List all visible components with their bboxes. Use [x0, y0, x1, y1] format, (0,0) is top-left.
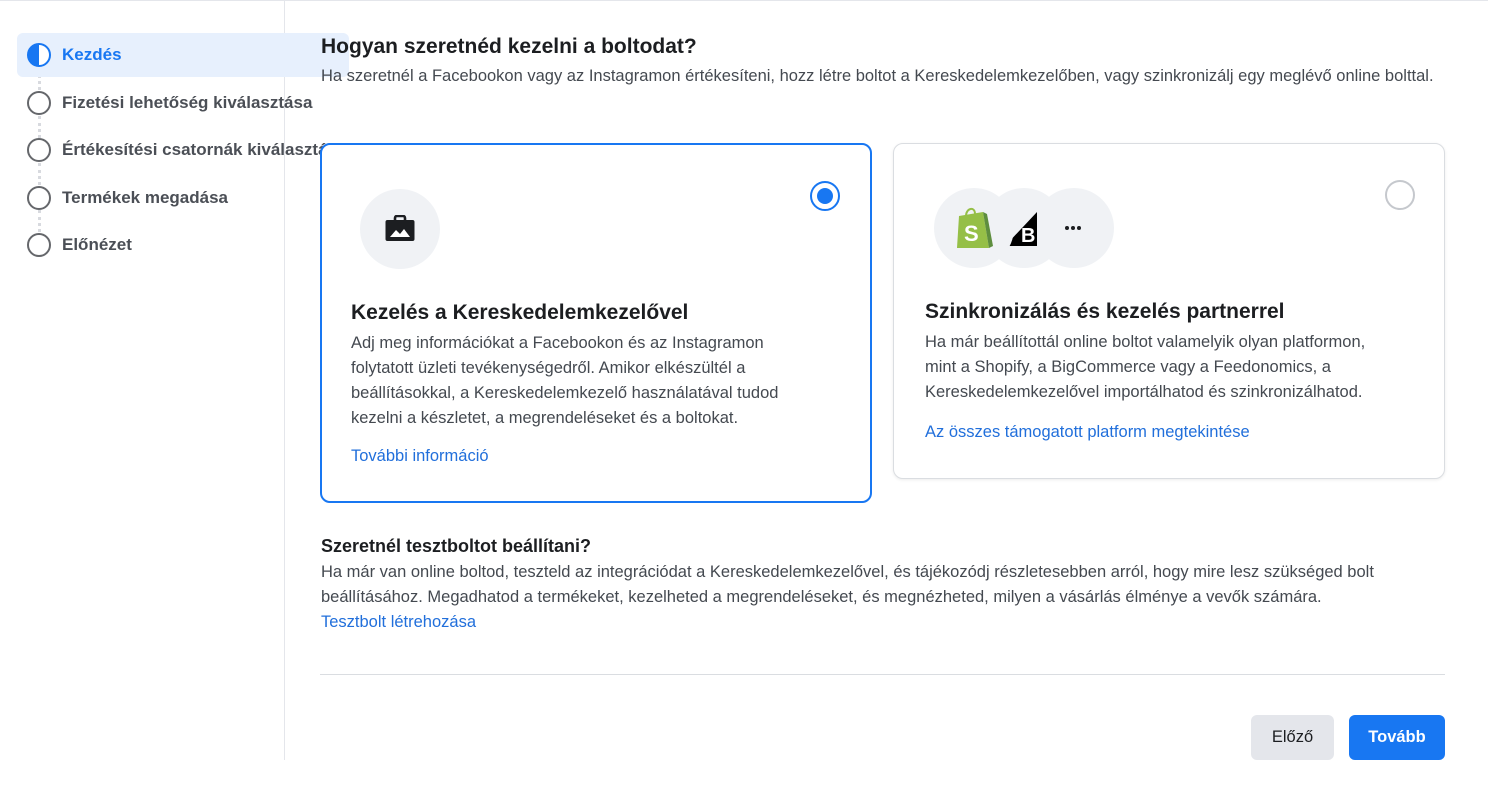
- option-description: Adj meg információkat a Facebookon és az…: [351, 334, 779, 427]
- setup-stepper: Kezdés Fizetési lehetőség kiválasztása É…: [0, 0, 349, 760]
- supported-platforms-link[interactable]: Az összes támogatott platform megtekinté…: [925, 423, 1250, 442]
- page-intro: Ha szeretnél a Facebookon vagy az Instag…: [321, 67, 1434, 85]
- more-info-link[interactable]: További információ: [351, 447, 489, 466]
- step-label: Értékesítési csatornák kiválasztása: [62, 140, 347, 159]
- step-pending-icon: [27, 138, 51, 162]
- next-button[interactable]: Tovább: [1349, 715, 1445, 760]
- shopify-icon: S: [934, 188, 1014, 268]
- svg-text:S: S: [964, 221, 979, 246]
- option-card-partner-sync[interactable]: B S Szinkronizálás és kezelés partnerrel…: [893, 143, 1445, 479]
- step-label: Előnézet: [62, 235, 132, 254]
- option-title: Kezelés a Kereskedelemkezelővel: [351, 301, 689, 324]
- step-in-progress-icon: [27, 43, 51, 67]
- step-label: Fizetési lehetőség kiválasztása: [62, 93, 313, 112]
- step-pending-icon: [27, 91, 51, 115]
- step-pending-icon: [27, 186, 51, 210]
- step-pending-icon: [27, 233, 51, 257]
- page-title: Hogyan szeretnéd kezelni a boltodat?: [321, 35, 697, 58]
- step-payment[interactable]: Fizetési lehetőség kiválasztása: [17, 81, 312, 125]
- test-shop-description: Ha már van online boltod, teszteld az in…: [321, 563, 1374, 606]
- step-preview[interactable]: Előnézet: [17, 223, 132, 267]
- option-title: Szinkronizálás és kezelés partnerrel: [925, 300, 1285, 323]
- step-sales-channels[interactable]: Értékesítési csatornák kiválasztása: [17, 128, 346, 172]
- step-kezdes[interactable]: Kezdés: [17, 33, 349, 77]
- option-description: Ha már beállítottál online boltot valame…: [925, 333, 1366, 401]
- previous-button[interactable]: Előző: [1251, 715, 1334, 760]
- step-label: Kezdés: [62, 45, 122, 64]
- radio-unselected[interactable]: [1385, 180, 1415, 210]
- test-shop-title: Szeretnél tesztboltot beállítani?: [321, 536, 592, 556]
- create-test-shop-link[interactable]: Tesztbolt létrehozása: [321, 610, 476, 635]
- radio-selected[interactable]: [810, 181, 840, 211]
- footer-divider: [320, 674, 1445, 675]
- svg-text:B: B: [1021, 225, 1035, 247]
- step-products[interactable]: Termékek megadása: [17, 176, 228, 220]
- step-label: Termékek megadása: [62, 188, 229, 207]
- briefcase-icon: [360, 189, 440, 269]
- option-card-commerce-manager[interactable]: Kezelés a Kereskedelemkezelővel Adj meg …: [320, 143, 872, 503]
